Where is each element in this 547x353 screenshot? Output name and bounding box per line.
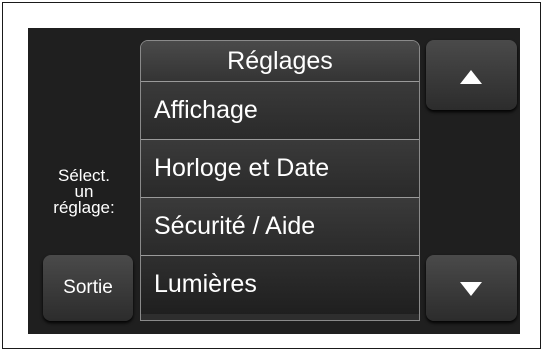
device-frame: Sélect. un réglage: Sortie Réglages Affi… [2,2,541,349]
menu-item-display[interactable]: Affichage [141,82,419,140]
arrow-up-icon [460,70,482,84]
prompt-line-3: réglage: [53,198,115,217]
scroll-up-button[interactable] [426,40,517,110]
settings-menu: Réglages Affichage Horloge et Date Sécur… [140,40,420,321]
scroll-down-button[interactable] [426,255,517,321]
menu-item-lights[interactable]: Lumières [141,256,419,314]
arrow-down-icon [460,282,482,296]
menu-item-clock-date[interactable]: Horloge et Date [141,140,419,198]
select-prompt: Sélect. un réglage: [32,167,136,217]
menu-title: Réglages [141,41,419,82]
menu-item-security-help[interactable]: Sécurité / Aide [141,198,419,256]
exit-button[interactable]: Sortie [43,255,133,321]
lcd-screen: Sélect. un réglage: Sortie Réglages Affi… [28,28,520,334]
